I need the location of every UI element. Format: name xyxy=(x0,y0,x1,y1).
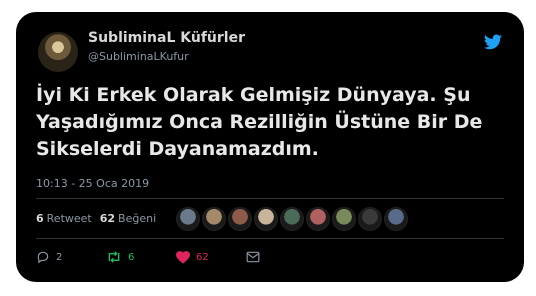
author-name[interactable]: SubliminaL Küfürler xyxy=(88,30,245,46)
author-handle[interactable]: @SubliminaLKufur xyxy=(88,50,189,63)
engagement-stats: 6 Retweet 62 Beğeni xyxy=(36,212,156,225)
reply-icon xyxy=(37,251,49,264)
action-bar: 2 6 62 xyxy=(36,250,316,264)
avatar[interactable] xyxy=(38,32,78,72)
heart-icon xyxy=(176,250,190,264)
like-count: 62 xyxy=(99,212,116,225)
envelope-icon xyxy=(246,251,260,263)
retweet-button[interactable]: 6 xyxy=(106,250,176,264)
tweet-card: SubliminaL Küfürler @SubliminaLKufur İyi… xyxy=(16,12,524,282)
divider xyxy=(36,238,504,239)
tweet-timestamp[interactable]: 10:13 - 25 Oca 2019 xyxy=(36,177,149,190)
twitter-bird-icon[interactable] xyxy=(484,34,502,50)
retweet-stat[interactable]: 6 Retweet xyxy=(36,212,92,225)
tweet-text: İyi Ki Erkek Olarak Gelmişiz Dünyaya. Şu… xyxy=(36,82,516,163)
dm-button[interactable] xyxy=(246,250,316,264)
liker-avatar[interactable] xyxy=(306,207,330,231)
reply-count: 2 xyxy=(56,251,63,263)
divider xyxy=(36,198,504,199)
reply-button[interactable]: 2 xyxy=(36,250,106,264)
liker-avatar[interactable] xyxy=(202,207,226,231)
liker-avatar[interactable] xyxy=(254,207,278,231)
retweet-label: Retweet xyxy=(46,212,92,225)
liker-avatar[interactable] xyxy=(280,207,304,231)
like-stat[interactable]: 62 Beğeni xyxy=(100,212,156,225)
liker-avatar[interactable] xyxy=(176,207,200,231)
retweet-action-count: 6 xyxy=(128,251,135,263)
like-button[interactable]: 62 xyxy=(176,250,246,264)
like-action-count: 62 xyxy=(196,251,209,263)
retweet-icon xyxy=(108,251,120,263)
liker-avatar[interactable] xyxy=(358,207,382,231)
tweet-line: Yaşadığımız Onca Rezilliğin Üstüne Bir D… xyxy=(36,111,483,133)
like-label: Beğeni xyxy=(118,212,157,225)
liker-avatar[interactable] xyxy=(384,207,408,231)
tweet-line: Sikselerdi Dayanamazdım. xyxy=(36,138,319,160)
liker-avatar[interactable] xyxy=(228,207,252,231)
liker-avatars xyxy=(176,207,408,231)
retweet-count: 6 xyxy=(36,212,44,225)
tweet-line: İyi Ki Erkek Olarak Gelmişiz Dünyaya. Şu xyxy=(36,84,471,106)
liker-avatar[interactable] xyxy=(332,207,356,231)
